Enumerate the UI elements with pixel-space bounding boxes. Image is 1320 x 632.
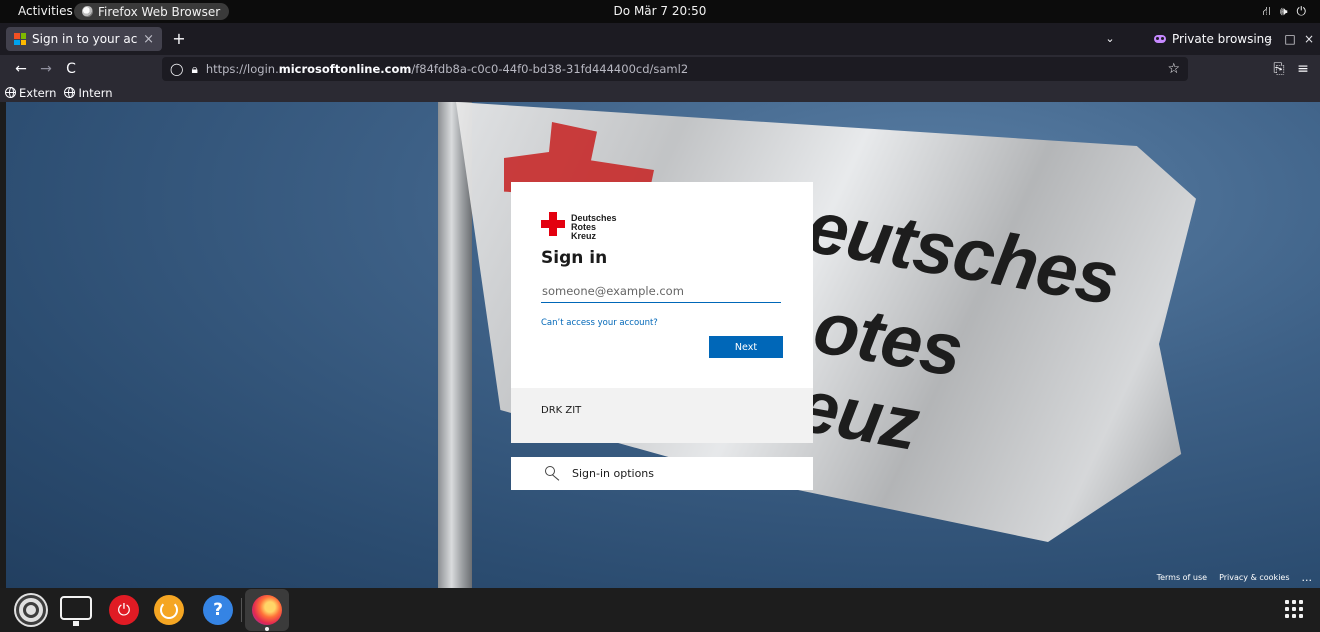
next-button[interactable]: Next (709, 336, 783, 358)
bookmark-star-icon[interactable]: ☆ (1167, 57, 1180, 81)
tab-sign-in[interactable]: Sign in to your account × (6, 27, 162, 51)
power-icon[interactable]: ⏻ (109, 595, 139, 625)
bookmark-label: Intern (78, 85, 113, 100)
lock-icon[interactable]: 🔒︎ (191, 62, 197, 77)
cant-access-account-link[interactable]: Can’t access your account? (541, 318, 783, 328)
gnome-top-bar: Activities Firefox Web Browser Do Mär 7 … (0, 0, 1320, 23)
footer-links: Terms of use Privacy & cookies ... (1157, 571, 1312, 584)
network-icon: ⛙ (1262, 3, 1271, 18)
system-tray[interactable]: ⛙ 🕪 ⏻ (1263, 0, 1307, 23)
terms-of-use-link[interactable]: Terms of use (1157, 573, 1208, 582)
private-browsing-label: Private browsing (1172, 32, 1272, 46)
url-text: https://login.microsoftonline.com/f84fdb… (206, 62, 688, 76)
volume-icon: 🕪 (1279, 4, 1288, 18)
forward-button[interactable]: → (35, 58, 57, 80)
app-menu-label: Firefox Web Browser (98, 4, 221, 19)
back-button[interactable]: ← (10, 58, 32, 80)
dock: ⏻ ? (0, 588, 1320, 632)
bookmark-label: Extern (19, 85, 57, 100)
signin-options-button[interactable]: Sign-in options (511, 457, 813, 490)
private-mask-icon (1154, 35, 1166, 43)
firefox-small-icon (82, 6, 93, 17)
drk-logo-text: Deutsches Rotes Kreuz (571, 212, 617, 241)
page-title: Sign in (541, 248, 608, 268)
list-all-tabs-button[interactable]: ⌄ (1099, 27, 1121, 51)
address-bar[interactable]: ◯ 🔒︎ https://login.microsoftonline.com/f… (162, 57, 1188, 81)
microsoft-favicon-icon (14, 33, 26, 45)
show-apps-icon[interactable] (1283, 598, 1305, 620)
url-prefix: https://login. (205, 62, 279, 76)
email-input[interactable] (541, 279, 781, 303)
minimize-button[interactable]: – (1259, 27, 1279, 51)
bookmarks-toolbar: Extern Intern (0, 83, 1320, 102)
extensions-icon[interactable]: ⎘ (1268, 58, 1290, 80)
more-options-button[interactable]: ... (1302, 571, 1313, 584)
display-icon[interactable] (60, 596, 92, 626)
url-path: /f84fdb8a-c0c0-44f0-bd38-31fd444400cd/sa… (411, 62, 689, 76)
key-icon (544, 465, 562, 483)
globe-icon (5, 87, 16, 98)
red-cross-icon (541, 212, 565, 236)
organization-name: DRK ZIT (541, 405, 582, 416)
power-status-icon: ⏻ (1296, 4, 1307, 18)
tab-title: Sign in to your account (32, 32, 138, 46)
firefox-icon[interactable] (252, 595, 282, 625)
help-icon[interactable]: ? (203, 595, 233, 625)
clock-button[interactable]: Do Mär 7 20:50 (614, 4, 707, 18)
running-indicator (265, 627, 269, 631)
dock-separator (241, 598, 242, 622)
private-browsing-indicator: Private browsing (1154, 27, 1272, 51)
drk-logo: Deutsches Rotes Kreuz (541, 212, 783, 241)
signin-options-label: Sign-in options (572, 467, 655, 480)
maximize-button[interactable]: □ (1280, 27, 1300, 51)
bookmark-extern[interactable]: Extern (5, 86, 56, 100)
globe-icon (64, 87, 76, 98)
desktop-screen: Activities Firefox Web Browser Do Mär 7 … (0, 0, 1320, 632)
new-tab-button[interactable]: + (168, 27, 190, 51)
signin-card: Deutsches Rotes Kreuz Sign in Can’t acce… (511, 182, 813, 388)
bookmark-intern[interactable]: Intern (64, 85, 113, 100)
reload-button[interactable]: C (60, 58, 82, 80)
tab-close-icon[interactable]: × (143, 32, 154, 47)
privacy-cookies-link[interactable]: Privacy & cookies (1219, 573, 1289, 582)
tab-strip: Sign in to your account × + ⌄ Private br… (0, 23, 1320, 55)
app-menu-button[interactable]: Firefox Web Browser (74, 3, 230, 20)
activities-button[interactable]: Activities (8, 2, 83, 21)
settings-icon[interactable] (16, 595, 46, 625)
logo-word: Kreuz (571, 231, 597, 241)
organization-branding-panel: DRK ZIT (511, 388, 813, 443)
navigation-toolbar: ← → C ◯ 🔒︎ https://login.microsoftonline… (0, 55, 1320, 83)
tracking-protection-shield-icon[interactable]: ◯ (170, 62, 183, 76)
update-icon[interactable] (154, 595, 184, 625)
url-domain: microsoftonline.com (278, 62, 412, 76)
close-window-button[interactable]: × (1299, 27, 1319, 51)
app-menu-icon[interactable]: ≡ (1292, 58, 1314, 80)
